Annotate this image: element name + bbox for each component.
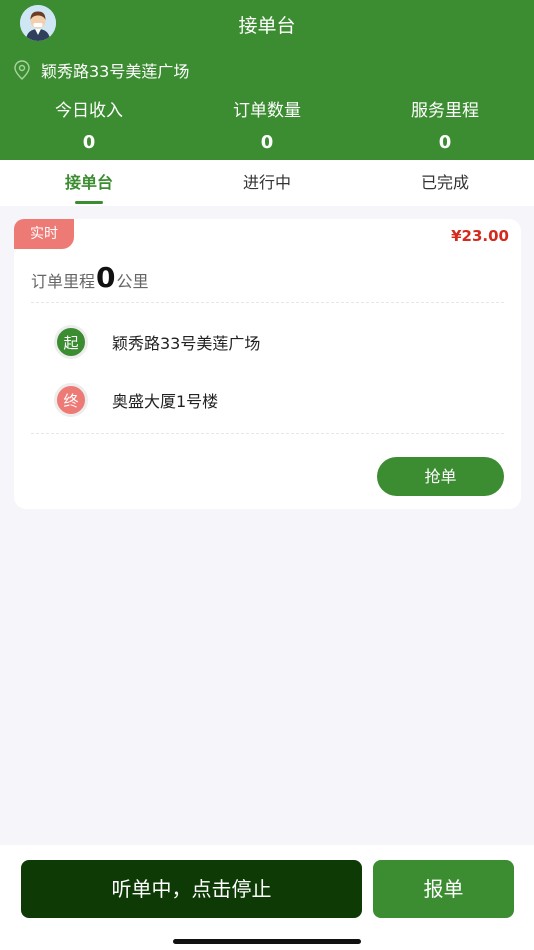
mileage-label: 订单里程: [31, 272, 96, 291]
tab-completed[interactable]: 已完成: [356, 160, 534, 206]
home-indicator[interactable]: [173, 939, 361, 944]
stat-label: 今日收入: [55, 101, 123, 121]
grab-order-button[interactable]: 抢单: [377, 457, 504, 496]
realtime-badge: 实时: [14, 219, 74, 249]
stat-label: 服务里程: [411, 101, 479, 121]
mileage-unit: 公里: [116, 272, 149, 291]
current-location: 颖秀路33号美莲广场: [14, 58, 189, 82]
route-start: 起 颖秀路33号美莲广场: [54, 325, 260, 359]
stat-value: 0: [260, 132, 274, 153]
start-address: 颖秀路33号美莲广场: [112, 334, 261, 353]
divider: [31, 302, 504, 303]
order-card: 实时 ¥23.00 订单里程 0 公里 起 颖秀路33号美莲广场 终 奥盛大厦1…: [14, 219, 521, 509]
mileage-value: 0: [96, 261, 116, 294]
tab-in-progress[interactable]: 进行中: [178, 160, 356, 206]
end-marker: 终: [54, 383, 88, 417]
stats-row: 今日收入 0 订单数量 0 服务里程 0: [0, 98, 534, 156]
route-end: 终 奥盛大厦1号楼: [54, 383, 218, 417]
report-order-button[interactable]: 报单: [373, 860, 514, 918]
page-title: 接单台: [238, 15, 296, 37]
location-address: 颖秀路33号美莲广场: [41, 62, 190, 81]
location-pin-icon: [14, 60, 30, 80]
listening-toggle-button[interactable]: 听单中，点击停止: [21, 860, 362, 918]
tab-bar: 接单台 进行中 已完成: [0, 160, 534, 206]
stat-value: 0: [438, 132, 452, 153]
header: 接单台 颖秀路33号美莲广场 今日收入 0 订单数量 0 服务里程 0: [0, 0, 534, 160]
order-mileage: 订单里程 0 公里: [31, 261, 149, 295]
stat-order-count: 订单数量 0: [178, 98, 356, 156]
start-marker: 起: [54, 325, 88, 359]
divider: [31, 433, 504, 434]
end-address: 奥盛大厦1号楼: [112, 392, 219, 411]
bottom-bar: 听单中，点击停止 报单: [0, 845, 534, 950]
stat-value: 0: [82, 132, 96, 153]
order-price: ¥23.00: [451, 227, 509, 245]
tab-order-desk[interactable]: 接单台: [0, 160, 178, 206]
stat-today-income: 今日收入 0: [0, 98, 178, 156]
stat-label: 订单数量: [233, 101, 301, 121]
stat-service-mileage: 服务里程 0: [356, 98, 534, 156]
